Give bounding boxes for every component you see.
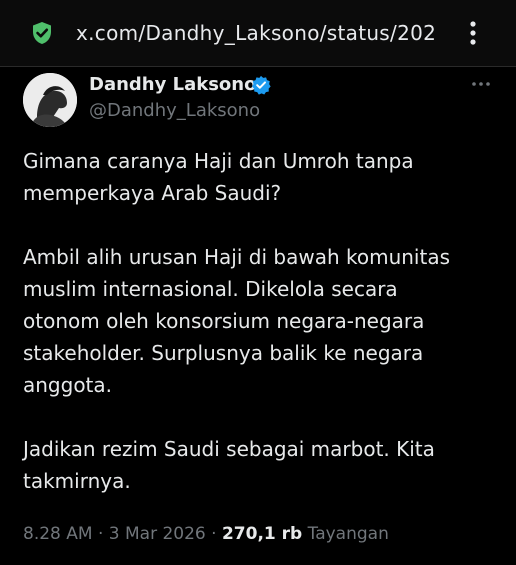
browser-url-bar[interactable]: x.com/Dandhy_Laksono/status/202 [0, 0, 516, 67]
tweet-line: takmirnya. [23, 469, 131, 493]
meta-separator: · [97, 524, 104, 544]
tweet-text: Gimana caranya Haji dan Umroh tanpa memp… [23, 145, 503, 497]
more-options-icon[interactable] [470, 78, 492, 90]
tweet-line: stakeholder. Surplusnya balik ke negara [23, 341, 424, 365]
kebab-menu-icon[interactable] [463, 18, 483, 48]
meta-separator: · [211, 524, 217, 544]
tweet-paragraph-2: Ambil alih urusan Haji di bawah komunita… [23, 241, 503, 401]
views-count: 270,1 rb [221, 524, 303, 544]
tweet-line: memperkaya Arab Saudi? [23, 181, 282, 205]
tweet-line: Ambil alih urusan Haji di bawah komunita… [23, 245, 451, 269]
author-handle[interactable]: @Dandhy_Laksono [89, 99, 260, 123]
tweet-time[interactable]: 8.28 AM [23, 524, 93, 544]
verified-badge-icon [252, 75, 271, 95]
tweet-line: Jadikan rezim Saudi sebagai marbot. Kita [23, 437, 435, 461]
tweet-line: anggota. [23, 373, 113, 397]
author-name[interactable]: Dandhy Laksono [89, 73, 256, 97]
url-text[interactable]: x.com/Dandhy_Laksono/status/202 [76, 19, 452, 47]
tweet-line: otonom oleh konsorsium negara-negara [23, 309, 425, 333]
avatar[interactable] [23, 73, 77, 127]
tweet-paragraph-1: Gimana caranya Haji dan Umroh tanpa memp… [23, 145, 503, 209]
views-label: Tayangan [307, 524, 389, 544]
avatar-image [23, 73, 77, 127]
tweet-line: Gimana caranya Haji dan Umroh tanpa [23, 149, 414, 173]
tweet-date[interactable]: 3 Mar 2026 [109, 524, 206, 544]
tweet-paragraph-3: Jadikan rezim Saudi sebagai marbot. Kita… [23, 433, 503, 497]
shield-check-icon[interactable] [29, 20, 55, 46]
tweet-line: muslim internasional. Dikelola secara [23, 277, 398, 301]
tweet-page: x.com/Dandhy_Laksono/status/202 Dandhy L… [0, 0, 516, 565]
tweet-meta: 8.28 AM · 3 Mar 2026 · 270,1 rb Tayangan [23, 521, 389, 547]
